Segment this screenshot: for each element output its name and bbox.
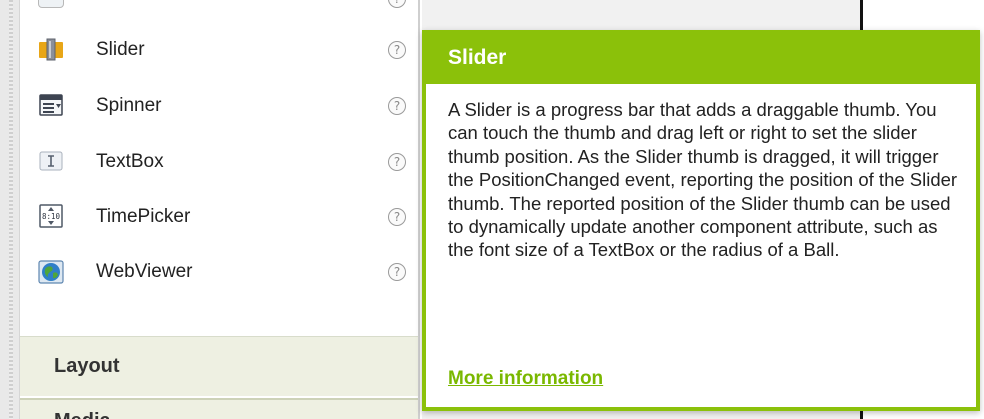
left-gutter xyxy=(0,0,20,419)
palette-item-webviewer[interactable]: WebViewer ? xyxy=(20,244,418,300)
component-help-popup: Slider A Slider is a progress bar that a… xyxy=(422,30,980,411)
palette-item-label: Spinner xyxy=(96,95,162,116)
palette-item-spinner[interactable]: Spinner ? xyxy=(20,78,418,134)
help-icon[interactable]: ? xyxy=(388,208,406,226)
palette-item-label: TextBox xyxy=(96,151,164,172)
help-icon[interactable]: ? xyxy=(388,153,406,171)
slider-icon xyxy=(39,38,63,61)
category-media[interactable]: Media xyxy=(20,398,418,419)
help-icon[interactable]: ? xyxy=(388,263,406,281)
palette-list: ? Slider ? xyxy=(20,0,418,340)
palette-item-label: Slider xyxy=(96,39,145,60)
category-layout[interactable]: Layout xyxy=(20,336,418,396)
more-information-link[interactable]: More information xyxy=(448,368,603,390)
category-label: Layout xyxy=(54,355,120,377)
viewer-divider xyxy=(860,410,863,419)
palette-item-textbox[interactable]: TextBox ? xyxy=(20,134,418,190)
palette-item-label: TimePicker xyxy=(96,206,191,227)
svg-text:8:10: 8:10 xyxy=(42,212,61,221)
app-inventor-designer: ? Slider ? xyxy=(0,0,984,419)
help-icon[interactable]: ? xyxy=(388,0,406,8)
popup-description: A Slider is a progress bar that adds a d… xyxy=(448,99,958,261)
popup-title: Slider xyxy=(448,46,507,69)
palette-item-label: WebViewer xyxy=(96,261,193,282)
spinner-icon xyxy=(39,94,63,116)
webviewer-icon xyxy=(38,260,64,284)
component-palette: ? Slider ? xyxy=(20,0,420,419)
category-label: Media xyxy=(54,410,111,419)
help-icon[interactable]: ? xyxy=(388,97,406,115)
palette-item-timepicker[interactable]: 8:10 TimePicker ? xyxy=(20,189,418,245)
popup-header: Slider xyxy=(426,34,976,84)
help-icon[interactable]: ? xyxy=(388,41,406,59)
previous-component-icon xyxy=(38,0,64,8)
timepicker-icon: 8:10 xyxy=(39,204,63,228)
textbox-icon xyxy=(39,151,63,171)
palette-item-slider[interactable]: Slider ? xyxy=(20,22,418,78)
